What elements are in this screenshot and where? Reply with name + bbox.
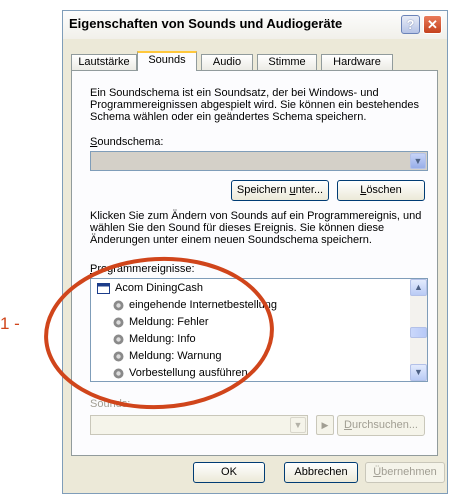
scroll-down-button[interactable]: ▼ bbox=[410, 364, 427, 381]
programmereignisse-label: Programmereignisse: bbox=[90, 263, 195, 275]
tab-audio[interactable]: Audio bbox=[201, 54, 253, 70]
save-scheme-button[interactable]: Speichern unter... bbox=[231, 180, 329, 201]
tab-stimme[interactable]: Stimme bbox=[257, 54, 317, 70]
title-bar: Eigenschaften von Sounds und Audiogeräte… bbox=[63, 11, 447, 39]
speaker-icon bbox=[113, 300, 124, 311]
soundschema-select[interactable]: ▼ bbox=[90, 151, 428, 171]
annotation-label: 1 - bbox=[0, 314, 20, 333]
speaker-icon bbox=[113, 368, 124, 379]
chevron-down-icon[interactable]: ▼ bbox=[290, 417, 306, 433]
cancel-button[interactable]: Abbrechen bbox=[284, 462, 358, 483]
apply-button[interactable]: Übernehmen bbox=[365, 462, 445, 483]
tab-hardware[interactable]: Hardware bbox=[321, 54, 393, 70]
list-item[interactable]: Meldung: Info bbox=[113, 331, 196, 348]
chevron-down-icon[interactable]: ▼ bbox=[410, 153, 426, 169]
events-instructions: Klicken Sie zum Ändern von Sounds auf ei… bbox=[90, 210, 422, 246]
intro-text: Ein Soundschema ist ein Soundsatz, der b… bbox=[90, 87, 419, 123]
sound-file-select[interactable]: ▼ bbox=[90, 415, 308, 435]
vertical-scrollbar[interactable]: ▲ ▼ bbox=[410, 279, 427, 381]
close-button[interactable]: ✕ bbox=[423, 15, 442, 34]
speaker-icon bbox=[113, 334, 124, 345]
list-item[interactable]: Vorbestellung ausführen bbox=[113, 365, 248, 382]
program-events-list[interactable]: Acom DiningCash eingehende Internetbeste… bbox=[90, 278, 428, 382]
question-mark-icon: ? bbox=[406, 17, 415, 32]
tab-lautstaerke[interactable]: Lautstärke bbox=[71, 54, 137, 70]
window-title: Eigenschaften von Sounds und Audiogeräte bbox=[69, 16, 343, 31]
play-sound-button[interactable]: ▶ bbox=[316, 415, 334, 435]
help-button[interactable]: ? bbox=[401, 15, 420, 34]
list-item[interactable]: eingehende Internetbestellung bbox=[113, 297, 277, 314]
list-item[interactable]: Meldung: Fehler bbox=[113, 314, 209, 331]
browse-button[interactable]: Durchsuchen... bbox=[337, 415, 425, 436]
close-icon: ✕ bbox=[427, 17, 438, 32]
scrollbar-thumb[interactable] bbox=[410, 327, 427, 338]
play-icon: ▶ bbox=[321, 420, 329, 430]
speaker-icon bbox=[113, 351, 124, 362]
tab-sounds[interactable]: Sounds bbox=[137, 51, 197, 71]
sounds-label: Sounds: bbox=[90, 398, 131, 410]
soundschema-label: Soundschema: bbox=[90, 136, 164, 148]
scroll-up-button[interactable]: ▲ bbox=[410, 279, 427, 296]
list-item[interactable]: Meldung: Warnung bbox=[113, 348, 222, 365]
application-window-icon bbox=[97, 283, 110, 294]
speaker-icon bbox=[113, 317, 124, 328]
ok-button[interactable]: OK bbox=[193, 462, 265, 483]
delete-scheme-button[interactable]: Löschen bbox=[337, 180, 425, 201]
list-item[interactable]: Acom DiningCash bbox=[97, 280, 203, 297]
